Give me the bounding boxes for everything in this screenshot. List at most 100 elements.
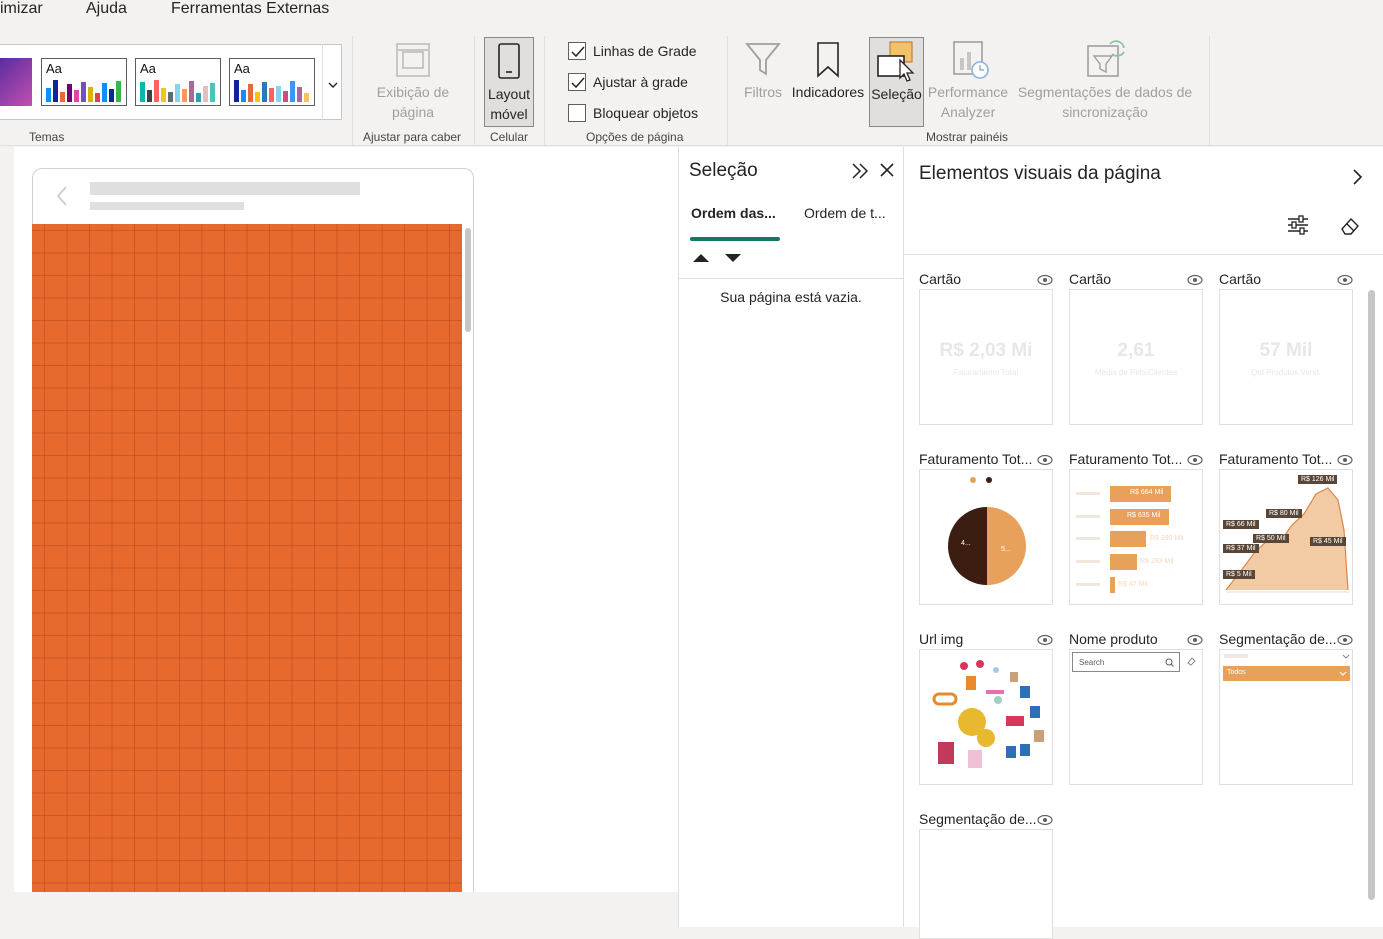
phone-group-label: Celular xyxy=(490,130,529,144)
card-subtitle: Faturamento Total xyxy=(953,368,1019,377)
eye-icon[interactable] xyxy=(1187,634,1203,646)
card-visual-thumbnail[interactable]: R$ 2,03 Mi Faturamento Total xyxy=(919,289,1053,425)
filters-pane-button[interactable]: Filtros xyxy=(740,36,786,116)
bar xyxy=(1110,554,1137,570)
chevron-down-icon xyxy=(328,82,338,88)
theme-thumb-2[interactable]: Aa xyxy=(135,58,221,106)
theme-thumb-purple[interactable] xyxy=(0,58,32,106)
theme-aa-label: Aa xyxy=(234,61,250,76)
gridlines-checkbox[interactable] xyxy=(568,42,586,60)
area-label: R$ 50 Mil xyxy=(1253,534,1289,543)
pie-chart-svg xyxy=(948,477,1026,585)
eye-icon[interactable] xyxy=(1037,454,1053,466)
theme-thumb-3[interactable]: Aa xyxy=(229,58,315,106)
eye-icon[interactable] xyxy=(1187,274,1203,286)
lock-objects-label: Bloquear objetos xyxy=(593,105,699,121)
selection-icon xyxy=(877,41,915,82)
fit-group-label: Ajustar para caber xyxy=(363,130,462,144)
eye-icon[interactable] xyxy=(1037,814,1053,826)
pie-chart-thumbnail[interactable]: 4... 5... xyxy=(919,469,1053,605)
canvas-bottom-bar xyxy=(0,892,678,927)
chevron-right-icon[interactable] xyxy=(1352,168,1364,186)
collapse-pane-icon[interactable] xyxy=(851,162,869,180)
eye-icon[interactable] xyxy=(1337,274,1353,286)
bookmarks-pane-button[interactable]: Indicadores xyxy=(788,36,868,116)
menu-item-ferramentas-externas[interactable]: Ferramentas Externas xyxy=(171,0,329,18)
theme-aa-label: Aa xyxy=(140,61,156,76)
move-up-icon[interactable] xyxy=(692,252,710,264)
area-label: R$ 5 Mil xyxy=(1223,570,1255,579)
search-box[interactable]: Search xyxy=(1072,652,1180,672)
phone-subtitle-placeholder xyxy=(90,202,244,210)
slicer-thumbnail[interactable] xyxy=(919,829,1053,939)
text-filter-thumbnail[interactable]: Search xyxy=(1069,649,1203,785)
search-icon xyxy=(1165,658,1174,667)
menu-item-ajuda[interactable]: Ajuda xyxy=(86,0,127,18)
card-visual-thumbnail[interactable]: 2,61 Média de Pets/Clientes xyxy=(1069,289,1203,425)
ribbon-separator xyxy=(352,36,353,146)
eye-icon[interactable] xyxy=(1337,634,1353,646)
tab-active-underline xyxy=(690,237,780,241)
performance-icon xyxy=(953,41,989,79)
theme-thumb-1[interactable]: Aa xyxy=(41,58,127,106)
page-visuals-title: Elementos visuais da página xyxy=(919,163,1161,184)
eye-icon[interactable] xyxy=(1187,454,1203,466)
eraser-icon[interactable] xyxy=(1339,216,1361,236)
tab-tab-order[interactable]: Ordem de t... xyxy=(804,205,886,221)
area-label: R$ 66 Mil xyxy=(1223,520,1259,529)
snap-to-grid-label: Ajustar à grade xyxy=(593,74,688,90)
eye-icon[interactable] xyxy=(1037,274,1053,286)
lock-objects-checkbox[interactable] xyxy=(568,104,586,122)
card-subtitle: Média de Pets/Clientes xyxy=(1094,368,1178,377)
mobile-layout-button[interactable]: Layout móvel xyxy=(484,37,534,127)
image-visual-thumbnail[interactable] xyxy=(919,649,1053,785)
page-view-button[interactable]: Exibição de página xyxy=(362,36,464,124)
tile-title: Cartão xyxy=(1069,271,1112,287)
theme-aa-label: Aa xyxy=(46,61,62,76)
tile-title: Faturamento Tot... xyxy=(1219,451,1333,467)
ribbon-separator xyxy=(1209,36,1210,146)
snap-to-grid-checkbox[interactable] xyxy=(568,73,586,91)
selection-pane: Seleção Ordem das... Ordem de t... Sua p… xyxy=(678,147,904,927)
bar-axis-placeholder xyxy=(1076,583,1100,586)
eye-icon[interactable] xyxy=(1337,454,1353,466)
search-placeholder: Search xyxy=(1079,658,1105,667)
bar-chart-thumbnail[interactable]: R$ 664 Mil R$ 635 Mil R$ 390 Mil R$ 293 … xyxy=(1069,469,1203,605)
themes-group-label: Temas xyxy=(29,130,65,144)
visuals-scrollbar[interactable] xyxy=(1368,290,1375,900)
filters-label: Filtros xyxy=(743,84,783,100)
pane-divider xyxy=(679,278,903,279)
phone-canvas-grid[interactable] xyxy=(32,224,462,892)
bar-label: R$ 47 Mil xyxy=(1118,581,1148,588)
slicer-thumbnail[interactable]: Todos xyxy=(1219,649,1353,785)
pie-label-left: 4... xyxy=(961,540,971,547)
tab-layer-order[interactable]: Ordem das... xyxy=(691,205,776,221)
slicer-dropdown[interactable]: Todos xyxy=(1223,666,1350,681)
filter-settings-icon[interactable] xyxy=(1287,215,1309,235)
selection-pane-title: Seleção xyxy=(689,160,758,181)
tile-title: Nome produto xyxy=(1069,631,1158,647)
move-down-icon[interactable] xyxy=(724,252,742,264)
bookmark-icon xyxy=(817,42,839,78)
phone-scrollbar-thumb[interactable] xyxy=(465,228,471,332)
area-label: R$ 45 Mil xyxy=(1310,537,1346,546)
ribbon-separator xyxy=(727,36,728,146)
selection-pane-button[interactable]: Seleção xyxy=(869,37,924,127)
bar-label: R$ 635 Mil xyxy=(1127,512,1161,519)
slicer-value: Todos xyxy=(1227,669,1246,676)
tile-title: Cartão xyxy=(1219,271,1262,287)
themes-expand-button[interactable] xyxy=(322,44,342,120)
eraser-icon[interactable] xyxy=(1187,657,1196,666)
card-visual-thumbnail[interactable]: 57 Mil Qtd Produtos Vend. xyxy=(1219,289,1353,425)
close-icon[interactable] xyxy=(879,162,895,178)
area-chart-thumbnail[interactable]: R$ 126 Mil R$ 80 Mil R$ 66 Mil R$ 50 Mil… xyxy=(1219,469,1353,605)
eye-icon[interactable] xyxy=(1037,634,1053,646)
sync-slicers-label: Segmentações de dados de sincronização xyxy=(1017,84,1193,120)
bar xyxy=(1110,577,1115,593)
page-view-icon xyxy=(396,43,430,77)
page-view-label: Exibição de página xyxy=(376,84,450,120)
menu-item-personalizar[interactable]: imizar xyxy=(0,0,43,18)
performance-analyzer-button[interactable]: Performance Analyzer xyxy=(926,36,1010,126)
sync-slicers-button[interactable]: Segmentações de dados de sincronização xyxy=(1012,36,1198,126)
card-value: 57 Mil xyxy=(1259,340,1313,361)
